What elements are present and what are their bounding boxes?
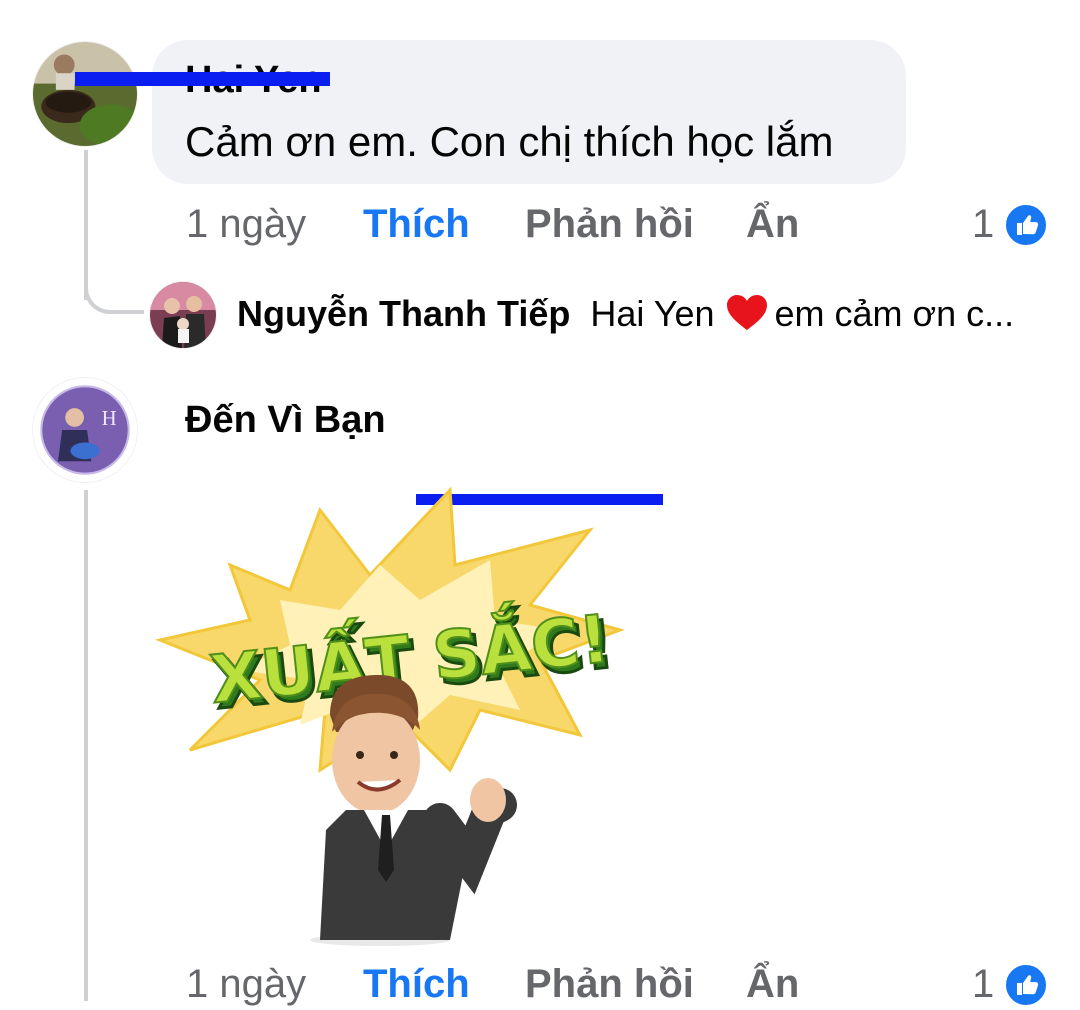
- reply-avatar[interactable]: [150, 282, 216, 348]
- thread-connector-curve: [84, 268, 144, 314]
- reply-preview[interactable]: Nguyễn Thanh Tiếp Hai Yen em cảm ơn c...: [237, 292, 1057, 342]
- svg-text:H: H: [102, 407, 117, 430]
- hide-button[interactable]: Ẩn: [746, 958, 799, 1010]
- avatar[interactable]: H: [33, 378, 137, 482]
- avatar[interactable]: [33, 42, 137, 146]
- redaction-bar: [75, 72, 330, 86]
- comment-timestamp[interactable]: 1 ngày: [186, 198, 306, 250]
- hide-button[interactable]: Ẩn: [746, 198, 799, 250]
- like-icon[interactable]: [1004, 963, 1048, 1007]
- reply-mention[interactable]: Hai Yen: [590, 293, 714, 334]
- reply-button[interactable]: Phản hồi: [525, 958, 694, 1010]
- reply-button[interactable]: Phản hồi: [525, 198, 694, 250]
- reaction-count[interactable]: 1: [972, 198, 994, 250]
- thread-connector: [84, 490, 88, 1001]
- sticker-image[interactable]: XUẤT SẮC! XUẤT SẮC!: [150, 470, 630, 950]
- like-button[interactable]: Thích: [363, 958, 470, 1010]
- comment-timestamp[interactable]: 1 ngày: [186, 958, 306, 1010]
- like-icon[interactable]: [1004, 203, 1048, 247]
- comment-text: Cảm ơn em. Con chị thích học lắm: [185, 118, 834, 165]
- comment-author[interactable]: Đến Vì Bạn: [185, 398, 386, 442]
- reaction-count[interactable]: 1: [972, 958, 994, 1010]
- reply-text: em cảm ơn c...: [774, 293, 1015, 334]
- comment-actions: 1 ngày Thích Phản hồi Ẩn 1: [0, 198, 1080, 250]
- heart-emoji-icon: [725, 294, 769, 342]
- comment-actions: 1 ngày Thích Phản hồi Ẩn 1: [0, 958, 1080, 1010]
- reply-author[interactable]: Nguyễn Thanh Tiếp: [237, 293, 570, 334]
- like-button[interactable]: Thích: [363, 198, 470, 250]
